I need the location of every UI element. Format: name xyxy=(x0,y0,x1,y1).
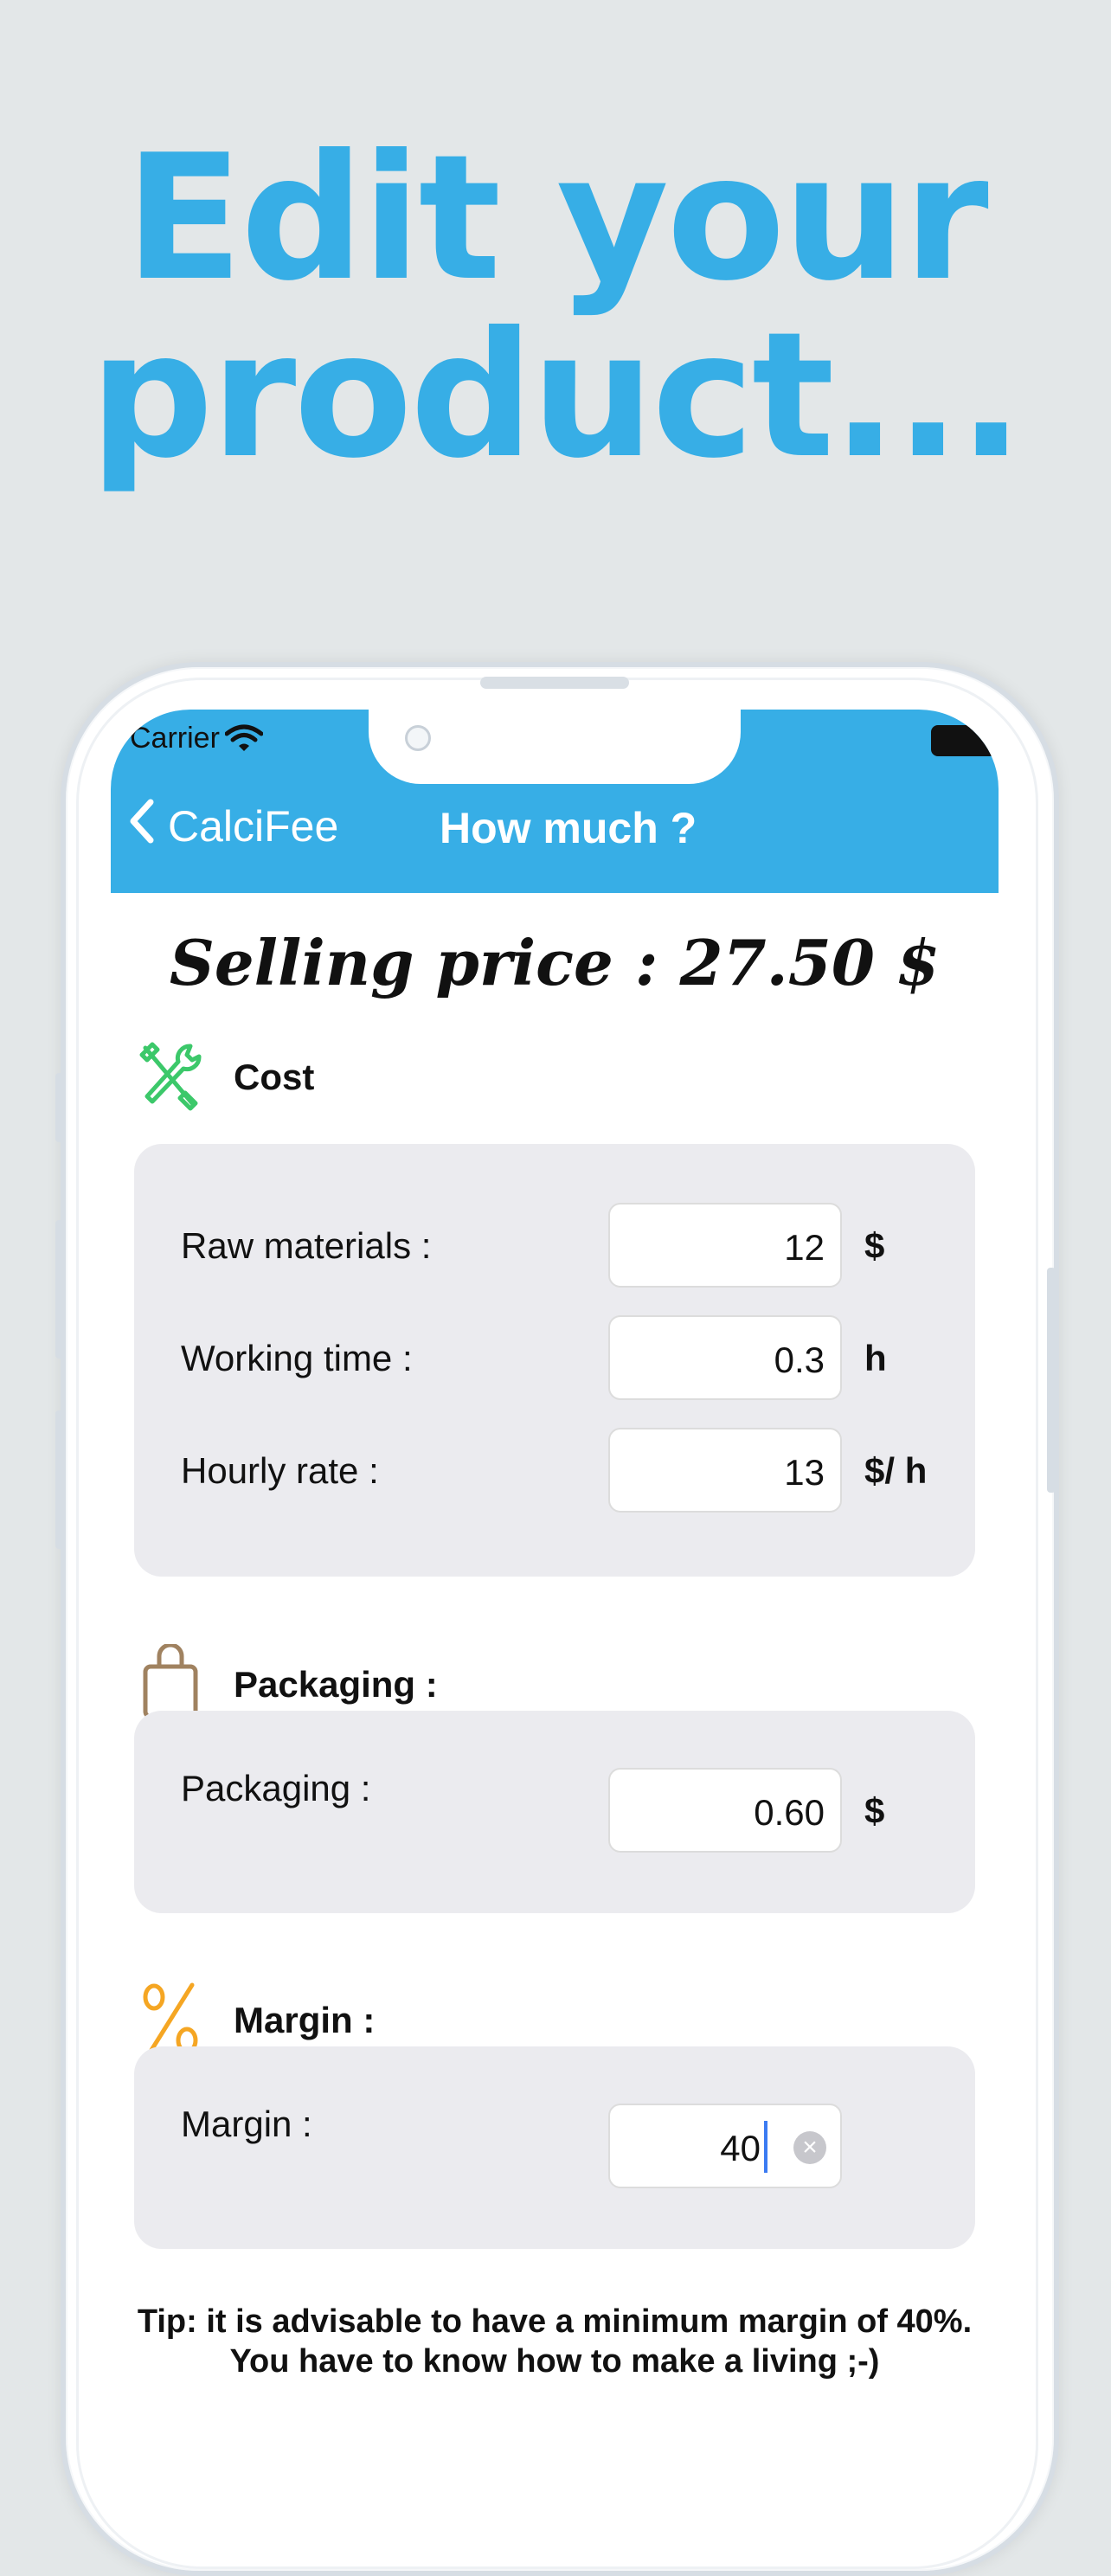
margin-value: 40 xyxy=(720,2128,761,2168)
cost-section-header: Cost xyxy=(137,1038,314,1116)
text-cursor xyxy=(764,2121,767,2173)
hourly-rate-input[interactable]: 13 xyxy=(608,1428,842,1513)
packaging-unit: $ xyxy=(864,1790,885,1831)
wifi-icon xyxy=(224,723,264,757)
front-camera xyxy=(405,725,431,751)
headline-line-2: product... xyxy=(89,295,1024,497)
raw-materials-value: 12 xyxy=(784,1227,825,1268)
carrier-label: Carrier xyxy=(130,722,220,755)
raw-materials-unit: $ xyxy=(864,1225,885,1266)
tip-text: Tip: it is advisable to have a minimum m… xyxy=(111,2302,999,2381)
raw-materials-input[interactable]: 12 xyxy=(608,1203,842,1288)
selling-price: Selling price : 27.50 $ xyxy=(169,926,941,999)
packaging-section-title: Packaging : xyxy=(234,1664,438,1705)
raw-materials-label: Raw materials : xyxy=(181,1225,432,1266)
tip-line-1: Tip: it is advisable to have a minimum m… xyxy=(137,2303,973,2340)
raw-materials-row: Raw materials : 12 $ xyxy=(181,1203,942,1291)
working-time-label: Working time : xyxy=(181,1338,413,1378)
margin-label: Margin : xyxy=(181,2104,312,2144)
hourly-rate-label: Hourly rate : xyxy=(181,1450,379,1491)
tip-line-2: You have to know how to make a living ;-… xyxy=(229,2343,880,2380)
navigation-bar: Carrier CalciFee How much ? xyxy=(111,710,999,893)
side-button-volume-up xyxy=(55,1220,64,1359)
side-button-mute xyxy=(55,1073,64,1142)
side-button-volume-down xyxy=(55,1410,64,1549)
packaging-value: 0.60 xyxy=(754,1792,825,1833)
tools-icon xyxy=(137,1039,204,1116)
speaker-grille xyxy=(480,677,629,689)
battery-icon xyxy=(931,725,997,756)
packaging-input[interactable]: 0.60 xyxy=(608,1768,842,1853)
hourly-rate-unit: $/ h xyxy=(864,1450,928,1491)
back-button-label: CalciFee xyxy=(168,802,339,851)
packaging-row: Packaging : 0.60 $ xyxy=(181,1768,942,1856)
nav-title: How much ? xyxy=(440,804,697,852)
chevron-left-icon xyxy=(128,797,156,856)
back-button[interactable]: CalciFee xyxy=(128,796,338,857)
headline: Edit your product... xyxy=(0,130,1111,485)
cost-card: Raw materials : 12 $ Working time : 0.3 … xyxy=(134,1144,975,1577)
side-button-power xyxy=(1047,1268,1056,1493)
working-time-value: 0.3 xyxy=(774,1339,825,1380)
clear-input-icon[interactable]: × xyxy=(793,2131,826,2164)
packaging-card: Packaging : 0.60 $ xyxy=(134,1711,975,1913)
working-time-input[interactable]: 0.3 xyxy=(608,1315,842,1400)
working-time-row: Working time : 0.3 h xyxy=(181,1315,942,1404)
hourly-rate-value: 13 xyxy=(784,1452,825,1493)
margin-row: Margin : 40 × xyxy=(181,2104,942,2192)
working-time-unit: h xyxy=(864,1338,887,1378)
margin-input[interactable]: 40 × xyxy=(608,2104,842,2188)
margin-section-title: Margin : xyxy=(234,2000,376,2040)
packaging-label: Packaging : xyxy=(181,1768,371,1808)
margin-card: Margin : 40 × xyxy=(134,2046,975,2249)
phone-screen: Carrier CalciFee How much ? Selling pric… xyxy=(111,710,999,2404)
hourly-rate-row: Hourly rate : 13 $/ h xyxy=(181,1428,942,1516)
headline-line-1: Edit your xyxy=(125,118,988,319)
cost-section-title: Cost xyxy=(234,1057,315,1097)
